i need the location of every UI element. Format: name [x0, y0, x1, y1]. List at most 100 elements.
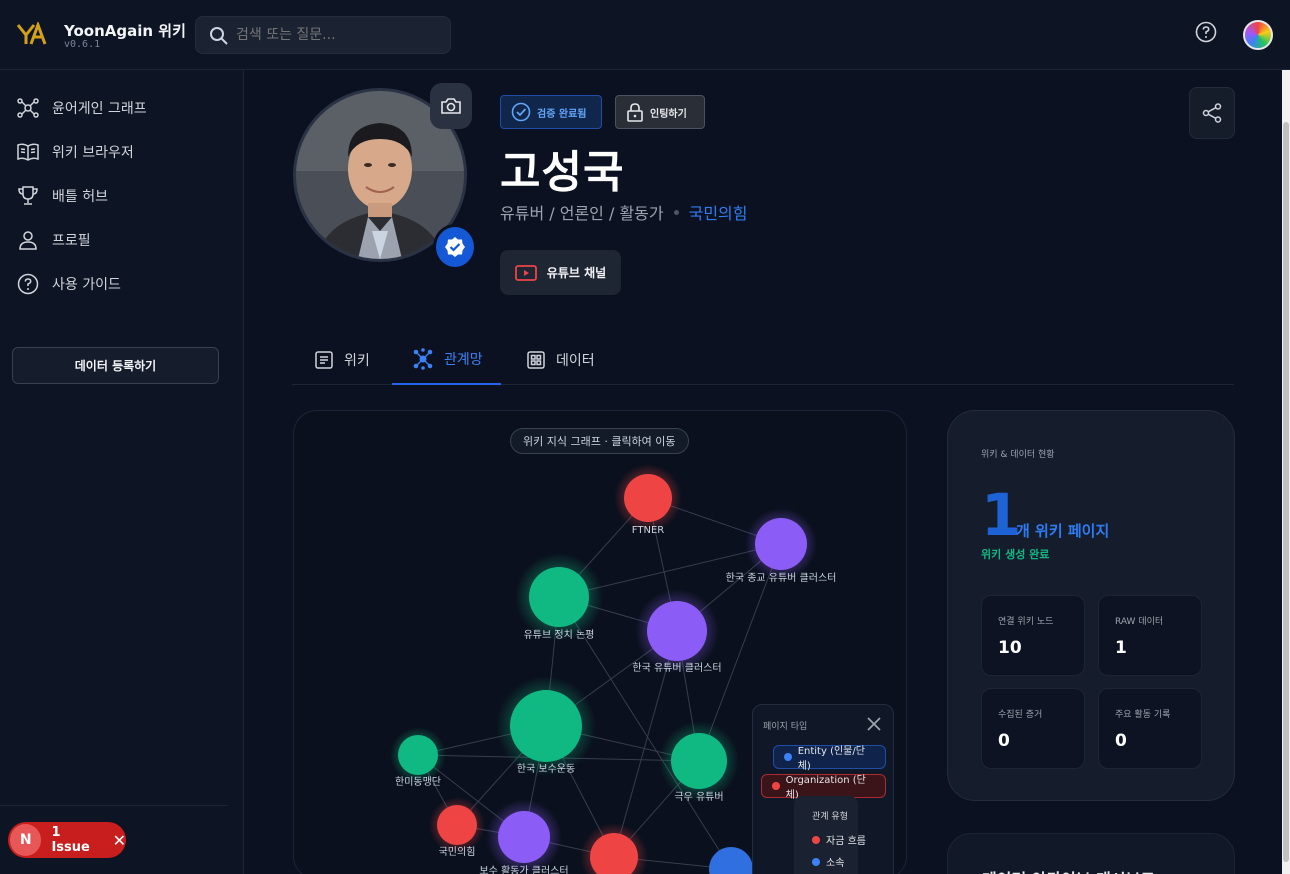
tab-wiki[interactable]: 위키: [314, 335, 384, 385]
sidebar-item-battle-hub[interactable]: 배틀 허브: [16, 184, 108, 208]
document-icon: [315, 351, 333, 369]
graph-node-label: 보수 활동가 클러스터: [479, 864, 568, 874]
relation-legend-title: 관계 유형: [812, 812, 848, 822]
separator-dot: [673, 209, 679, 215]
legend-dot: [772, 782, 780, 790]
graph-node[interactable]: 한미동맹단: [390, 727, 446, 788]
issue-label: 1 Issue: [51, 825, 90, 855]
sidebar: 윤어게인 그래프 위키 브라우저 배틀 허브 프로필 사용 가이드 데이터 등록…: [0, 70, 244, 874]
grid-icon: [527, 351, 545, 369]
user-avatar[interactable]: [1243, 20, 1273, 50]
legend-chip-label: Entity (인물/단체): [797, 746, 865, 772]
top-bar: YoonAgain 위키 v0.6.1: [0, 0, 1290, 70]
tab-network[interactable]: 관계망: [392, 335, 501, 385]
share-icon: [1202, 103, 1222, 123]
legend-dot: [812, 857, 820, 866]
lock-label: 인팅하기: [650, 108, 687, 120]
graph-node[interactable]: 보수 활동가 클러스터: [479, 799, 569, 874]
stat-label: 연결 위키 노드: [998, 617, 1054, 627]
sidebar-item-profile[interactable]: 프로필: [16, 228, 91, 252]
help-icon[interactable]: [1195, 21, 1217, 43]
tab-label: 관계망: [444, 352, 483, 368]
graph-node-label: 유튜브 정치 논평: [524, 629, 595, 641]
issue-avatar: N: [10, 824, 42, 856]
lock-icon: [627, 103, 643, 122]
share-button[interactable]: [1189, 87, 1235, 139]
sidebar-item-graph[interactable]: 윤어게인 그래프: [16, 96, 147, 120]
graph-node-label: 한미동맹단: [395, 776, 441, 788]
search-input[interactable]: [236, 17, 441, 53]
stats-heading: 위키 & 데이터 현황: [981, 450, 1055, 460]
close-icon[interactable]: [865, 715, 883, 733]
youtube-label: 유튜브 채널: [546, 266, 607, 280]
profile-roles: 유튜버 / 언론인 / 활동가 국민의힘: [500, 200, 748, 224]
page-scrollbar[interactable]: [1282, 70, 1290, 874]
stats-card: 위키 & 데이터 현황 1 개 위키 페이지 위키 생성 완료 연결 위키 노드…: [947, 410, 1235, 801]
legend-title: 페이지 타입: [763, 722, 808, 732]
archive-dashboard-title: 데이터 아카이브 대시보드: [982, 866, 1155, 874]
stat-label: RAW 데이터: [1115, 617, 1164, 627]
graph-node[interactable]: 한국 유튜버 클러스터: [632, 589, 722, 674]
relation-item-funding[interactable]: 자금 흐름: [812, 832, 866, 847]
sidebar-item-label: 배틀 허브: [52, 189, 108, 205]
verified-badge: [433, 224, 477, 270]
tab-bar: 위키 관계망 데이터: [292, 335, 1234, 385]
main-content: 검증 완료됨 인팅하기 고성국 유튜버 / 언론인 / 활동가 국민의힘 유튜브…: [244, 70, 1282, 874]
graph-hint-pill: 위키 지식 그래프 · 클릭하여 이동: [510, 428, 689, 454]
app-version: v0.6.1: [64, 39, 101, 50]
youtube-channel-button[interactable]: 유튜브 채널: [500, 250, 621, 295]
stat-value: 1: [1115, 638, 1127, 658]
app-title[interactable]: YoonAgain 위키: [64, 20, 186, 41]
camera-icon: [441, 98, 461, 114]
verified-label: 검증 완료됨: [537, 108, 587, 120]
graph-node[interactable]: [709, 847, 753, 874]
graph-node[interactable]: 한국 보수운동: [496, 676, 596, 776]
stat-linked-nodes: 연결 위키 노드 10: [981, 595, 1085, 676]
graph-node[interactable]: 한국 종교 유튜버 클러스터: [726, 508, 837, 584]
network-icon: [413, 348, 433, 370]
youtube-icon: [514, 264, 537, 281]
trophy-icon: [18, 186, 38, 205]
legend-chip-organization[interactable]: Organization (단체): [761, 774, 886, 801]
verified-tag: 검증 완료됨: [500, 95, 602, 129]
search-icon: [210, 27, 228, 45]
tab-label: 위키: [344, 353, 370, 369]
help-icon: [17, 273, 39, 295]
graph-node-label: 한국 종교 유튜버 클러스터: [726, 572, 837, 584]
check-circle-icon: [511, 102, 531, 122]
stat-evidence: 수집된 증거 0: [981, 688, 1085, 769]
change-photo-button[interactable]: [430, 83, 472, 129]
legend-dot: [812, 835, 820, 844]
stat-label: 주요 활동 기록: [1115, 710, 1171, 720]
wiki-status: 위키 생성 완료: [981, 548, 1050, 561]
sidebar-item-wiki-browser[interactable]: 위키 브라우저: [16, 140, 134, 164]
sidebar-item-label: 사용 가이드: [52, 277, 121, 293]
tab-label: 데이터: [556, 353, 595, 369]
legend-dot: [784, 753, 792, 761]
wiki-page-unit: 개 위키 페이지: [1016, 522, 1110, 540]
sidebar-divider: [0, 805, 228, 806]
sidebar-item-label: 윤어게인 그래프: [52, 101, 147, 117]
tab-data[interactable]: 데이터: [526, 335, 606, 385]
user-icon: [19, 231, 37, 250]
close-icon[interactable]: ✕: [113, 831, 126, 850]
party-link[interactable]: 국민의힘: [689, 200, 748, 224]
issue-badge[interactable]: N 1 Issue ✕: [8, 822, 126, 858]
graph-node-label: 국민의힘: [439, 846, 476, 858]
graph-node-label: 한국 보수운동: [517, 763, 575, 775]
graph-node-label: FTNER: [632, 525, 664, 536]
graph-node[interactable]: 극우 유튜버: [659, 721, 739, 803]
stat-value: 0: [1115, 731, 1127, 751]
legend-chip-entity[interactable]: Entity (인물/단체): [773, 745, 886, 772]
scrollbar-thumb[interactable]: [1283, 122, 1289, 862]
register-data-button[interactable]: 데이터 등록하기: [12, 347, 219, 384]
stat-value: 10: [998, 638, 1022, 658]
stat-label: 수집된 증거: [998, 710, 1043, 720]
graph-node[interactable]: 유튜브 정치 논평: [515, 553, 603, 641]
search-box[interactable]: [195, 16, 451, 54]
sidebar-item-guide[interactable]: 사용 가이드: [16, 272, 121, 296]
relation-item-membership[interactable]: 소속: [812, 854, 844, 869]
graph-node[interactable]: 국민의힘: [429, 797, 485, 858]
lock-button[interactable]: 인팅하기: [615, 95, 705, 129]
app-logo-icon[interactable]: [17, 22, 47, 48]
